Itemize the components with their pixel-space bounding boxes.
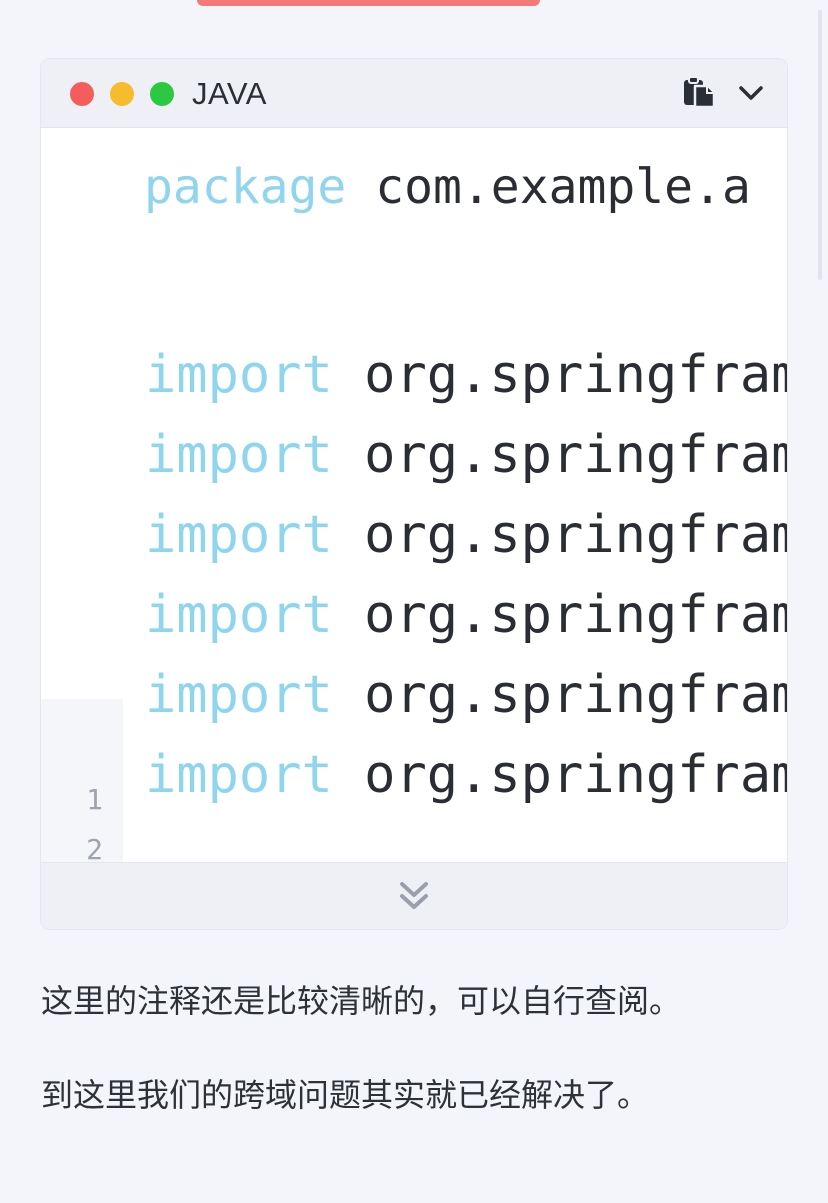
code-text: org.springfram: [332, 585, 787, 645]
code-text: org.springfram: [332, 665, 787, 725]
line-number: 2: [86, 833, 103, 863]
code-lines: package com.example.a import org.springf…: [144, 128, 787, 805]
copy-icon[interactable]: [682, 75, 716, 109]
window-maximize-dot: [150, 82, 174, 106]
paragraph: 到这里我们的跨域问题其实就已经解决了。: [41, 1076, 650, 1114]
code-text: org.springfram: [332, 505, 787, 565]
window-minimize-dot: [110, 82, 134, 106]
code-keyword: import: [145, 425, 333, 485]
code-text: org.springfram: [332, 425, 787, 485]
code-line: import org.springfram: [145, 502, 787, 568]
code-keyword: package: [144, 159, 347, 215]
code-keyword: import: [145, 745, 333, 805]
code-keyword: import: [145, 345, 333, 405]
code-block-footer: [41, 862, 787, 929]
line-number: 1: [86, 783, 103, 816]
code-text: org.springfram: [332, 745, 787, 805]
code-language-label: JAVA: [192, 76, 267, 111]
code-block: JAVA 1 2 3 package com.example.a import …: [40, 58, 788, 930]
code-line: import org.springfram: [145, 342, 787, 408]
code-text: org.springfram: [332, 345, 787, 405]
double-chevron-down-icon[interactable]: [396, 878, 432, 914]
line-number-gutter: [41, 699, 123, 863]
code-line: import org.springfram: [145, 582, 787, 648]
code-block-header: JAVA: [41, 59, 787, 128]
code-line: import org.springfram: [145, 422, 787, 488]
code-keyword: import: [145, 505, 333, 565]
code-keyword: import: [145, 585, 333, 645]
code-line: package com.example.a: [144, 154, 751, 220]
page-scrollbar[interactable]: [818, 10, 822, 280]
chevron-down-icon[interactable]: [737, 79, 765, 107]
code-line: import org.springfram: [145, 662, 787, 728]
code-keyword: import: [145, 665, 333, 725]
code-line: import org.springfram: [145, 742, 787, 808]
code-text: com.example.a: [346, 159, 751, 215]
top-banner-button[interactable]: [197, 0, 540, 6]
window-close-dot: [70, 82, 94, 106]
code-content[interactable]: 1 2 3 package com.example.a import org.s…: [41, 128, 787, 863]
paragraph: 这里的注释还是比较清晰的，可以自行查阅。: [41, 982, 682, 1020]
